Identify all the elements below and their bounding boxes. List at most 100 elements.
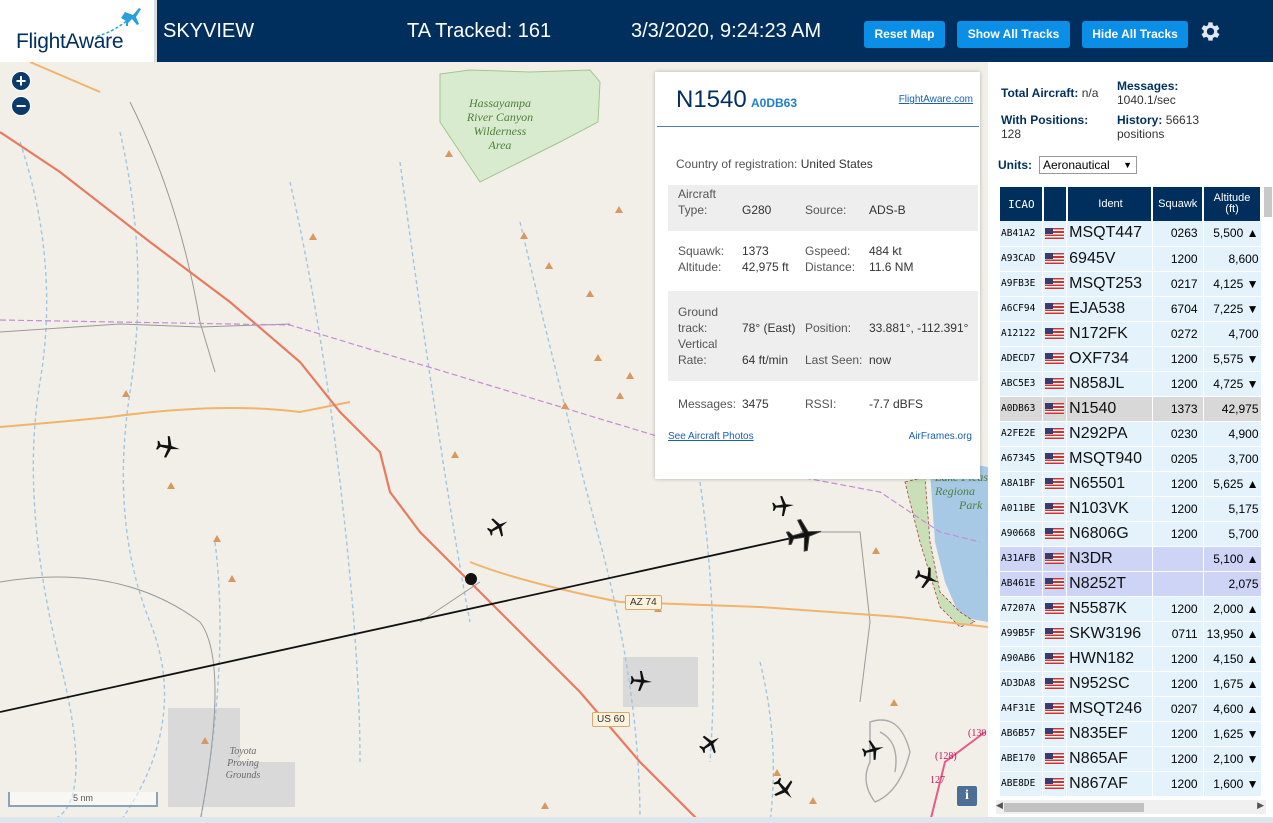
aircraft-table: ICAO Ident Squawk Altitude (ft) AB41A2 MS…: [1000, 187, 1262, 797]
table-row[interactable]: A9FB3E MSQT253 0217 4,125 ▼: [1000, 271, 1262, 297]
reset-map-button[interactable]: Reset Map: [864, 21, 945, 48]
row-altitude: 7,225 ▼: [1203, 296, 1262, 322]
row-icao: AB6B57: [1000, 721, 1044, 747]
table-row[interactable]: A67345 MSQT940 0205 3,700: [1000, 446, 1262, 472]
scrollbar-thumb[interactable]: [1004, 803, 1144, 812]
position-value: 33.881°, -112.391°: [869, 321, 969, 335]
aircraft-photos-link[interactable]: See Aircraft Photos: [668, 431, 754, 442]
table-row[interactable]: A0DB63 N1540 1373 42,975: [1000, 396, 1262, 422]
table-row[interactable]: ABE170 N865AF 1200 2,100 ▼: [1000, 746, 1262, 772]
table-row[interactable]: A93CAD 6945V 1200 8,600: [1000, 246, 1262, 272]
row-flag: [1042, 621, 1068, 647]
row-altitude: 4,725 ▼: [1203, 371, 1262, 397]
aircraft-icon[interactable]: [155, 434, 181, 460]
aircraft-icon[interactable]: [629, 669, 653, 693]
messages-value: 3475: [742, 397, 769, 411]
col-altitude-header[interactable]: Altitude (ft): [1203, 187, 1262, 221]
last-seen-label: Last Seen:: [805, 353, 863, 367]
row-flag: [1042, 746, 1068, 772]
popup-hex-code: A0DB63: [751, 96, 798, 110]
table-row[interactable]: A4F31E MSQT246 0207 4,600 ▲: [1000, 696, 1262, 722]
row-flag: [1042, 446, 1068, 472]
table-row[interactable]: ABE8DE N867AF 1200 1,600 ▼: [1000, 771, 1262, 797]
table-row[interactable]: AD3DA8 N952SC 1200 1,675 ▲: [1000, 671, 1262, 697]
row-flag: [1042, 346, 1068, 372]
row-altitude: 8,600: [1203, 246, 1262, 272]
row-squawk: 0205: [1152, 446, 1204, 472]
row-ident: N8252T: [1066, 571, 1153, 597]
squawk-label: Squawk:: [678, 244, 725, 258]
table-row[interactable]: AB6B57 N835EF 1200 1,625 ▼: [1000, 721, 1262, 747]
airframes-link[interactable]: AirFrames.org: [909, 431, 972, 442]
table-row[interactable]: A2FE2E N292PA 0230 4,900: [1000, 421, 1262, 447]
show-all-tracks-button[interactable]: Show All Tracks: [957, 21, 1070, 48]
messages-rate-value: 1040.1/sec: [1117, 93, 1176, 107]
vertical-scrollbar[interactable]: [1264, 187, 1272, 217]
flightaware-link[interactable]: FlightAware.com: [899, 94, 973, 105]
table-row[interactable]: AB41A2 MSQT447 0263 5,500 ▲: [1000, 221, 1262, 247]
aircraft-icon[interactable]: [861, 738, 885, 762]
table-row[interactable]: A8A1BF N65501 1200 5,625 ▲: [1000, 471, 1262, 497]
table-row[interactable]: A90AB6 HWN182 1200 4,150 ▲: [1000, 646, 1262, 672]
rssi-value: -7.7 dBFS: [869, 397, 924, 411]
table-row[interactable]: A99B5F SKW3196 0711 13,950 ▲: [1000, 621, 1262, 647]
scroll-left-arrow[interactable]: ◀: [996, 800, 1003, 811]
row-ident: N172FK: [1066, 321, 1153, 347]
aircraft-list-panel: Total Aircraft: n/a Messages: 1040.1/sec…: [988, 62, 1273, 823]
row-ident: N952SC: [1066, 671, 1153, 697]
zoom-out-button[interactable]: −: [11, 96, 31, 116]
row-ident: N835EF: [1066, 721, 1153, 747]
table-row[interactable]: A90668 N6806G 1200 5,700: [1000, 521, 1262, 547]
col-squawk-header[interactable]: Squawk: [1152, 187, 1205, 221]
row-flag: [1042, 696, 1068, 722]
aircraft-icon[interactable]: [486, 515, 510, 539]
aircraft-icon[interactable]: [698, 732, 722, 756]
row-squawk: 1200: [1152, 746, 1204, 772]
zoom-in-button[interactable]: +: [11, 71, 31, 91]
distance-value: 11.6 NM: [869, 260, 914, 274]
gear-icon[interactable]: [1198, 19, 1223, 44]
aircraft-icon[interactable]: [771, 776, 797, 802]
table-row[interactable]: ABC5E3 N858JL 1200 4,725 ▼: [1000, 371, 1262, 397]
row-altitude: 5,700: [1203, 521, 1262, 547]
ground-track-label-line: track:: [678, 321, 708, 335]
selected-aircraft-icon[interactable]: [785, 516, 823, 554]
row-icao: AB41A2: [1000, 221, 1044, 247]
hide-all-tracks-button[interactable]: Hide All Tracks: [1082, 21, 1188, 48]
aircraft-icon[interactable]: [914, 565, 940, 591]
distance-label: Distance:: [805, 260, 856, 274]
row-flag: [1042, 396, 1068, 422]
row-squawk: 0272: [1152, 321, 1204, 347]
table-row[interactable]: ADECD7 OXF734 1200 5,575 ▼: [1000, 346, 1262, 372]
row-ident: N858JL: [1066, 371, 1153, 397]
row-altitude: 1,675 ▲: [1203, 671, 1262, 697]
table-row[interactable]: AB461E N8252T 2,075: [1000, 571, 1262, 597]
with-positions-label: With Positions:: [1001, 113, 1089, 127]
units-select[interactable]: Aeronautical ▼: [1039, 156, 1137, 174]
horizontal-scrollbar[interactable]: ◀ ▶: [996, 800, 1266, 814]
row-squawk: 0230: [1152, 421, 1204, 447]
aircraft-icon[interactable]: [771, 494, 795, 518]
col-ident-header[interactable]: Ident: [1066, 187, 1154, 221]
row-altitude: 5,100 ▲: [1203, 546, 1262, 572]
scroll-right-arrow[interactable]: ▶: [1257, 800, 1264, 811]
map-info-button[interactable]: i: [957, 786, 977, 806]
row-flag: [1042, 246, 1068, 272]
wilderness-label-line: Area: [488, 138, 512, 152]
messages-label: Messages:: [678, 397, 737, 411]
col-flag-header[interactable]: [1042, 187, 1068, 221]
table-row[interactable]: A31AFB N3DR 5,100 ▲: [1000, 546, 1262, 572]
row-ident: N292PA: [1066, 421, 1153, 447]
row-squawk: 1200: [1152, 496, 1204, 522]
with-positions-value: 128: [1001, 127, 1022, 141]
units-select-value: Aeronautical: [1043, 158, 1110, 172]
table-row[interactable]: A12122 N172FK 0272 4,700: [1000, 321, 1262, 347]
col-icao-header[interactable]: ICAO: [1000, 187, 1044, 221]
proving-label-line: Grounds: [225, 770, 261, 781]
us-flag-icon: [1045, 402, 1065, 414]
table-row[interactable]: A011BE N103VK 1200 5,175: [1000, 496, 1262, 522]
row-altitude: 2,100 ▼: [1203, 746, 1262, 772]
table-row[interactable]: A7207A N5587K 1200 2,000 ▲: [1000, 596, 1262, 622]
flightaware-logo[interactable]: FlightAware: [0, 0, 157, 62]
table-row[interactable]: A6CF94 EJA538 6704 7,225 ▼: [1000, 296, 1262, 322]
